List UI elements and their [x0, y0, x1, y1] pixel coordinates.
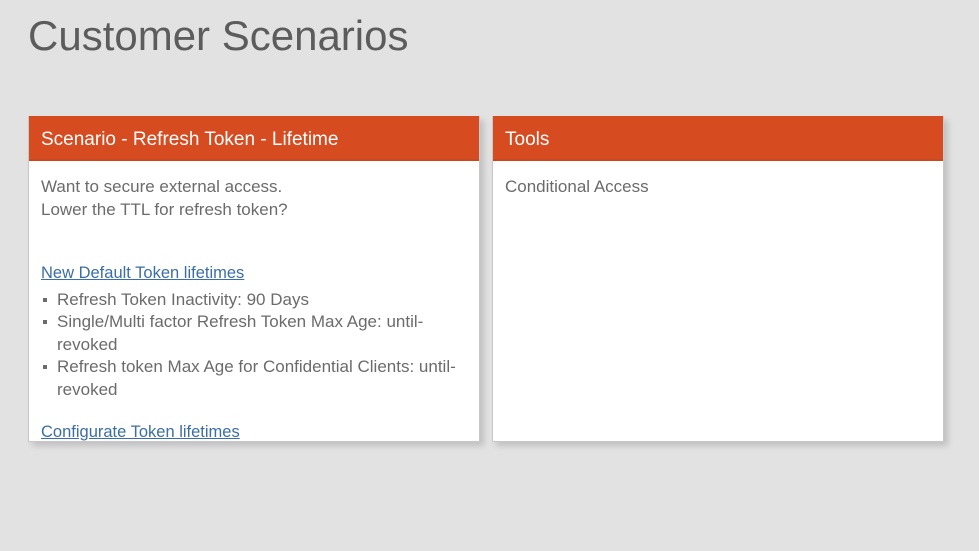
tools-body: Conditional Access [493, 164, 943, 213]
slide: Customer Scenarios Scenario - Refresh To… [0, 0, 979, 442]
tools-text: Conditional Access [505, 176, 931, 199]
scenario-body: Want to secure external access. Lower th… [29, 164, 479, 458]
list-item: Refresh token Max Age for Confidential C… [41, 356, 467, 401]
new-default-token-lifetimes-link[interactable]: New Default Token lifetimes [41, 264, 244, 282]
scenario-want: Want to secure external access. Lower th… [41, 176, 467, 222]
scenario-header: Scenario - Refresh Token - Lifetime [29, 116, 479, 164]
want-line1: Want to secure external access. [41, 177, 282, 196]
defaults-list: Refresh Token Inactivity: 90 Days Single… [41, 289, 467, 401]
page-title: Customer Scenarios [28, 12, 951, 60]
want-line2: Lower the TTL for refresh token? [41, 200, 288, 219]
configure-token-lifetimes-link[interactable]: Configurate Token lifetimes [41, 423, 240, 441]
tools-header: Tools [493, 116, 943, 164]
list-item: Refresh Token Inactivity: 90 Days [41, 289, 467, 311]
list-item: Single/Multi factor Refresh Token Max Ag… [41, 311, 467, 356]
tools-column: Tools Conditional Access [492, 116, 944, 442]
scenario-column: Scenario - Refresh Token - Lifetime Want… [28, 116, 480, 442]
content-table: Scenario - Refresh Token - Lifetime Want… [28, 116, 951, 442]
